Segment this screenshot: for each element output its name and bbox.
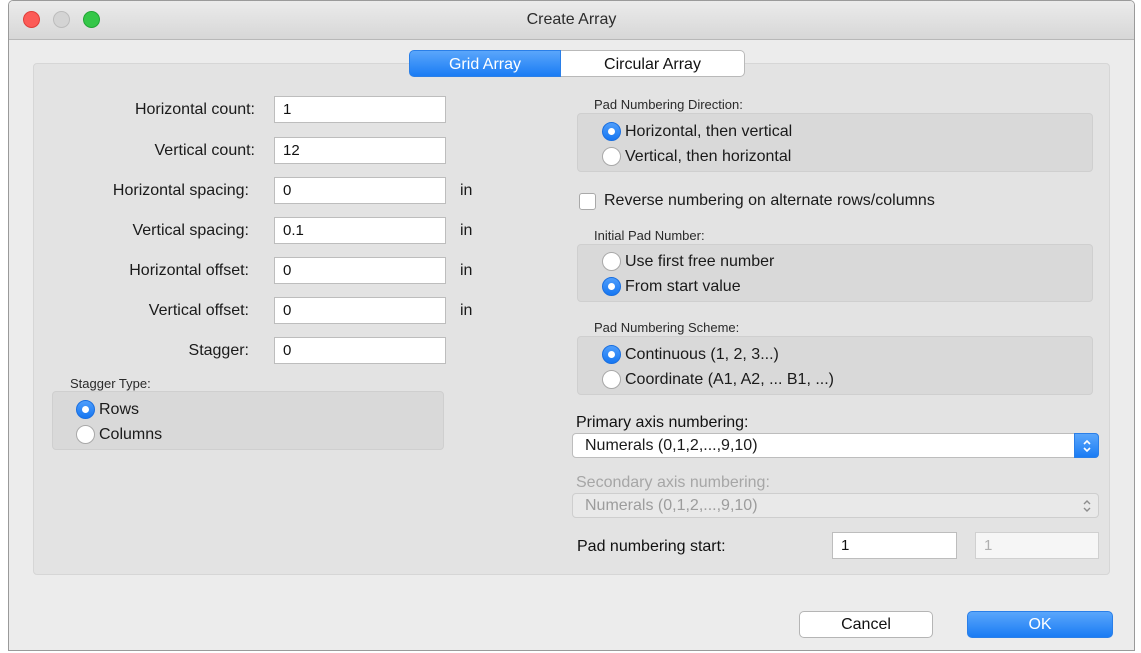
horizontal-spacing-label: Horizontal spacing: xyxy=(112,182,249,199)
tab-circular-array[interactable]: Circular Array xyxy=(561,50,745,77)
radio-unselected-icon xyxy=(602,370,621,389)
primary-axis-select[interactable]: Numerals (0,1,2,...,9,10) xyxy=(572,433,1099,458)
pad-numbering-start-secondary-field[interactable]: 1 xyxy=(975,532,1099,559)
horizontal-count-label: Horizontal count: xyxy=(134,101,255,118)
radio-selected-icon xyxy=(76,400,95,419)
reverse-numbering-checkbox[interactable] xyxy=(579,193,596,210)
direction-vertical-label: Vertical, then horizontal xyxy=(625,147,792,165)
scheme-continuous-label: Continuous (1, 2, 3...) xyxy=(625,345,779,363)
vertical-spacing-unit: in xyxy=(460,222,473,239)
horizontal-count-field[interactable]: 1 xyxy=(274,96,446,123)
create-array-dialog: Create Array Grid Array Circular Array H… xyxy=(8,0,1135,651)
vertical-count-field[interactable]: 12 xyxy=(274,137,446,164)
direction-horizontal-label: Horizontal, then vertical xyxy=(625,122,793,140)
stagger-rows-label: Rows xyxy=(99,400,140,418)
scheme-coordinate-label: Coordinate (A1, A2, ... B1, ...) xyxy=(625,370,834,388)
vertical-offset-label: Vertical offset: xyxy=(148,302,249,319)
window-title: Create Array xyxy=(526,11,617,28)
direction-vertical-option[interactable]: Vertical, then horizontal xyxy=(602,147,791,166)
title-bar: Create Array xyxy=(9,1,1134,40)
secondary-axis-select[interactable]: Numerals (0,1,2,...,9,10) xyxy=(572,493,1099,518)
vertical-offset-unit: in xyxy=(460,302,473,319)
secondary-axis-value: Numerals (0,1,2,...,9,10) xyxy=(585,497,758,514)
tab-bar: Grid Array Circular Array xyxy=(409,50,745,77)
scheme-coordinate-option[interactable]: Coordinate (A1, A2, ... B1, ...) xyxy=(602,370,834,389)
stagger-label: Stagger: xyxy=(188,342,249,359)
pad-numbering-start-label: Pad numbering start: xyxy=(577,538,726,555)
cancel-button[interactable]: Cancel xyxy=(799,611,933,638)
horizontal-offset-field[interactable]: 0 xyxy=(274,257,446,284)
initial-start-value-option[interactable]: From start value xyxy=(602,277,741,296)
initial-first-free-option[interactable]: Use first free number xyxy=(602,252,774,271)
secondary-axis-label: Secondary axis numbering: xyxy=(576,474,770,491)
radio-unselected-icon xyxy=(602,252,621,271)
pad-numbering-direction-title: Pad Numbering Direction: xyxy=(594,97,743,112)
direction-horizontal-option[interactable]: Horizontal, then vertical xyxy=(602,122,792,141)
initial-start-value-label: From start value xyxy=(625,277,741,295)
horizontal-offset-unit: in xyxy=(460,262,473,279)
stagger-columns-label: Columns xyxy=(99,425,163,443)
ok-button[interactable]: OK xyxy=(967,611,1113,638)
stagger-columns-option[interactable]: Columns xyxy=(76,425,162,444)
radio-unselected-icon xyxy=(602,147,621,166)
initial-pad-number-title: Initial Pad Number: xyxy=(594,228,705,243)
vertical-count-label: Vertical count: xyxy=(154,142,256,159)
reverse-numbering-label[interactable]: Reverse numbering on alternate rows/colu… xyxy=(604,192,935,210)
horizontal-offset-label: Horizontal offset: xyxy=(129,262,249,279)
stagger-field[interactable]: 0 xyxy=(274,337,446,364)
scheme-continuous-option[interactable]: Continuous (1, 2, 3...) xyxy=(602,345,779,364)
radio-selected-icon xyxy=(602,345,621,364)
horizontal-spacing-field[interactable]: 0 xyxy=(274,177,446,204)
vertical-offset-field[interactable]: 0 xyxy=(274,297,446,324)
stagger-type-title: Stagger Type: xyxy=(70,376,151,391)
radio-selected-icon xyxy=(602,122,621,141)
radio-unselected-icon xyxy=(76,425,95,444)
vertical-spacing-label: Vertical spacing: xyxy=(132,222,249,239)
stagger-rows-option[interactable]: Rows xyxy=(76,400,139,419)
initial-first-free-label: Use first free number xyxy=(625,252,775,270)
primary-axis-value: Numerals (0,1,2,...,9,10) xyxy=(585,437,758,454)
pad-numbering-start-field[interactable]: 1 xyxy=(832,532,957,559)
pad-numbering-scheme-title: Pad Numbering Scheme: xyxy=(594,320,740,335)
select-stepper-icon xyxy=(1074,493,1099,518)
tab-grid-array[interactable]: Grid Array xyxy=(409,50,561,77)
radio-selected-icon xyxy=(602,277,621,296)
select-stepper-icon xyxy=(1074,433,1099,458)
horizontal-spacing-unit: in xyxy=(460,182,473,199)
primary-axis-label: Primary axis numbering: xyxy=(576,414,749,431)
vertical-spacing-field[interactable]: 0.1 xyxy=(274,217,446,244)
